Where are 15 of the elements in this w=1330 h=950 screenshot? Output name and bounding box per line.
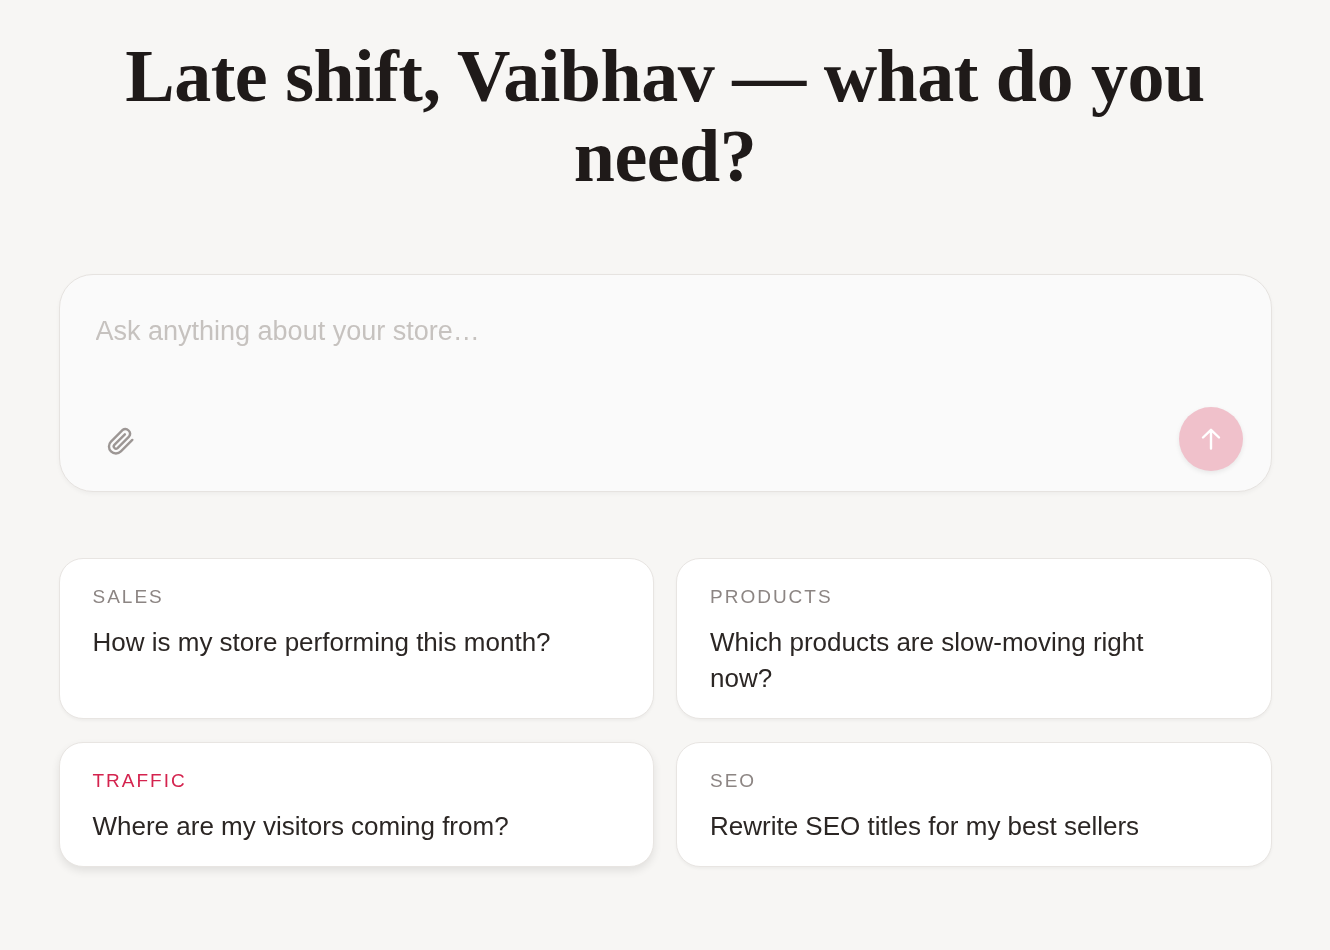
category-label: SALES (92, 585, 164, 609)
suggestion-card[interactable]: SALES How is my store performing this month? (58, 558, 654, 719)
category-label: SEO (710, 769, 757, 793)
message-field[interactable]: Ask anything about your store… (95, 311, 1243, 355)
suggestion-text: Rewrite SEO titles for my best sellers (710, 810, 1140, 843)
arrow-up-icon (1200, 428, 1221, 450)
suggestion-card[interactable]: SEO Rewrite SEO titles for my best sellers (676, 742, 1272, 867)
suggestion-text: How is my store performing this month? (92, 626, 551, 659)
suggestion-text: Where are my visitors coming from? (92, 810, 509, 843)
suggestion-card[interactable]: TRAFFIC Where are my visitors coming from? (58, 742, 654, 867)
category-label: PRODUCTS (710, 585, 833, 609)
category-label: TRAFFIC (92, 769, 187, 793)
suggestion-card[interactable]: PRODUCTS Which products are slow-moving right now? (676, 558, 1272, 719)
greeting-heading: Late shift, Vaibhav — what do you need? (124, 36, 1206, 196)
suggestion-text: Which products are slow-moving right now? (710, 626, 1145, 695)
